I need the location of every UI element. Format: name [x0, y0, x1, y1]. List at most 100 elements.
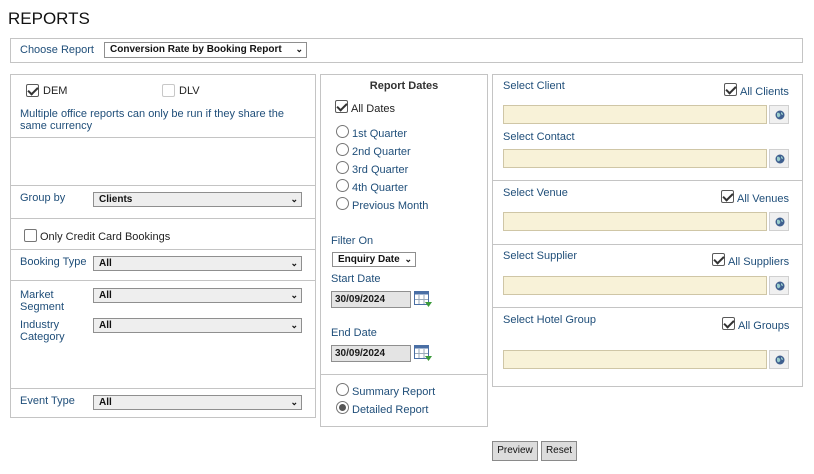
all-suppliers-checkbox[interactable] [712, 253, 725, 266]
chevron-down-icon: ⌄ [290, 397, 298, 407]
all-suppliers-label: All Suppliers [728, 256, 790, 268]
venue-field[interactable] [503, 212, 767, 231]
summary-report-label: Summary Report [352, 386, 436, 398]
globe-icon [775, 355, 785, 365]
divider [492, 180, 803, 181]
all-dates-checkbox[interactable] [335, 100, 348, 113]
globe-icon [775, 110, 785, 120]
all-venues-label: All Venues [737, 193, 789, 205]
divider [10, 185, 316, 186]
report-dates-title: Report Dates [369, 80, 439, 92]
credit-card-label: Only Credit Card Bookings [40, 231, 171, 243]
divider [10, 249, 316, 250]
select-contact-label: Select Contact [503, 131, 575, 143]
all-clients-checkbox[interactable] [724, 83, 737, 96]
preview-button[interactable]: Preview [492, 441, 538, 461]
group-by-label: Group by [20, 192, 66, 204]
client-lookup-button[interactable] [769, 105, 789, 124]
period-label: 1st Quarter [352, 128, 408, 140]
dem-label: DEM [43, 85, 68, 97]
hotel-group-lookup-button[interactable] [769, 350, 789, 369]
chevron-down-icon: ⌄ [290, 290, 298, 300]
chevron-down-icon: ⌄ [290, 320, 298, 330]
calendar-icon[interactable] [414, 291, 432, 308]
chevron-down-icon: ⌄ [404, 254, 412, 264]
all-groups-label: All Groups [738, 320, 790, 332]
period-radio-2nd-quarter[interactable] [336, 143, 349, 156]
globe-icon [775, 281, 785, 291]
period-label: 3rd Quarter [352, 164, 409, 176]
select-client-label: Select Client [503, 80, 565, 92]
divider [492, 244, 803, 245]
summary-report-radio[interactable] [336, 383, 349, 396]
end-date-input[interactable]: 30/09/2024 [331, 345, 411, 362]
calendar-icon[interactable] [414, 345, 432, 362]
market-segment-value: All [99, 290, 112, 301]
venue-lookup-button[interactable] [769, 212, 789, 231]
dlv-checkbox[interactable] [162, 84, 175, 97]
divider [10, 137, 316, 138]
market-segment-label: Market Segment [20, 289, 64, 313]
divider [492, 307, 803, 308]
period-label: Previous Month [352, 200, 429, 212]
all-clients-label: All Clients [740, 86, 789, 98]
industry-category-label-line1: Industry [20, 319, 60, 331]
chevron-down-icon: ⌄ [290, 258, 298, 268]
period-radio-4th-quarter[interactable] [336, 179, 349, 192]
market-segment-label-line1: Market [20, 289, 54, 301]
reset-button[interactable]: Reset [541, 441, 577, 461]
globe-icon [775, 154, 785, 164]
report-select[interactable]: Conversion Rate by Booking Report ⌄ [104, 42, 307, 58]
filter-on-select[interactable]: Enquiry Date ⌄ [332, 252, 416, 267]
choose-report-label: Choose Report [20, 44, 94, 56]
chevron-down-icon: ⌄ [290, 194, 298, 204]
market-segment-select[interactable]: All ⌄ [93, 288, 302, 303]
select-hotel-group-label: Select Hotel Group [503, 314, 596, 326]
start-date-input[interactable]: 30/09/2024 [331, 291, 411, 308]
booking-type-value: All [99, 258, 112, 269]
industry-category-label: Industry Category [20, 319, 65, 343]
report-select-value: Conversion Rate by Booking Report [110, 44, 282, 55]
group-by-value: Clients [99, 194, 133, 205]
supplier-lookup-button[interactable] [769, 276, 789, 295]
all-venues-checkbox[interactable] [721, 190, 734, 203]
currency-note: Multiple office reports can only be run … [20, 108, 284, 132]
divider [320, 374, 488, 375]
divider [10, 280, 316, 281]
end-date-label: End Date [331, 327, 377, 339]
detailed-report-label: Detailed Report [352, 404, 429, 416]
period-radio-previous-month[interactable] [336, 197, 349, 210]
all-dates-label: All Dates [351, 103, 396, 115]
page-title: REPORTS [8, 9, 90, 28]
supplier-field[interactable] [503, 276, 767, 295]
event-type-value: All [99, 397, 112, 408]
credit-card-checkbox[interactable] [24, 229, 37, 242]
booking-type-select[interactable]: All ⌄ [93, 256, 302, 271]
chevron-down-icon: ⌄ [295, 44, 303, 54]
industry-category-value: All [99, 320, 112, 331]
divider [10, 218, 316, 219]
dem-checkbox[interactable] [26, 84, 39, 97]
contact-field[interactable] [503, 149, 767, 168]
globe-icon [775, 217, 785, 227]
period-label: 4th Quarter [352, 182, 408, 194]
dlv-label: DLV [179, 85, 200, 97]
filter-on-value: Enquiry Date [338, 254, 400, 265]
client-field[interactable] [503, 105, 767, 124]
hotel-group-field[interactable] [503, 350, 767, 369]
booking-type-label: Booking Type [20, 256, 87, 268]
select-supplier-label: Select Supplier [503, 250, 577, 262]
industry-category-label-line2: Category [20, 331, 65, 343]
contact-lookup-button[interactable] [769, 149, 789, 168]
period-radio-1st-quarter[interactable] [336, 125, 349, 138]
filter-on-label: Filter On [331, 235, 374, 247]
industry-category-select[interactable]: All ⌄ [93, 318, 302, 333]
group-by-select[interactable]: Clients ⌄ [93, 192, 302, 207]
divider [10, 388, 316, 389]
event-type-select[interactable]: All ⌄ [93, 395, 302, 410]
all-groups-checkbox[interactable] [722, 317, 735, 330]
period-radio-3rd-quarter[interactable] [336, 161, 349, 174]
detailed-report-radio[interactable] [336, 401, 349, 414]
start-date-label: Start Date [331, 273, 381, 285]
select-venue-label: Select Venue [503, 187, 568, 199]
